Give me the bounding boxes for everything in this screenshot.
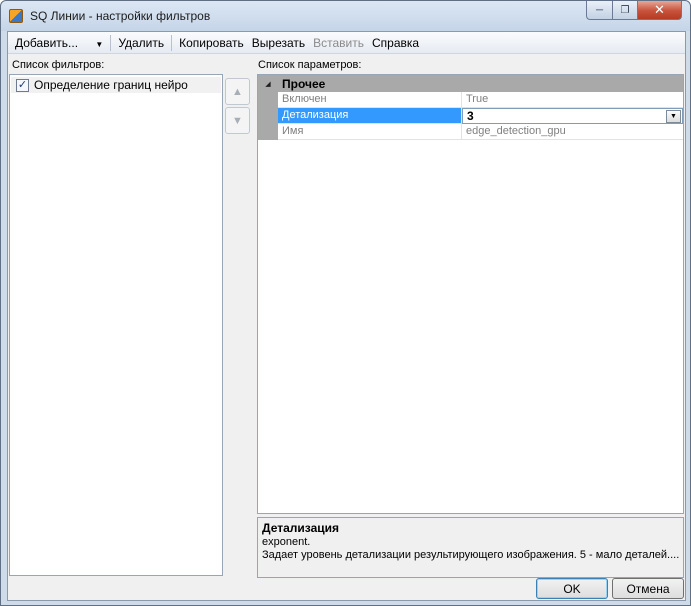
property-value: 3 [467,109,474,123]
ok-button[interactable]: OK [536,578,608,599]
property-name: Включен [278,92,462,108]
property-row-detail[interactable]: Детализация 3 ▼ [258,108,683,124]
property-name: Детализация [278,108,462,124]
checkmark-icon: ✓ [17,78,28,91]
filter-list-item[interactable]: ✓ Определение границ нейро [11,77,221,93]
close-icon: ✕ [654,2,665,17]
category-row[interactable]: ◢ Прочее [258,75,683,92]
description-line: Задает уровень детализации результирующе… [262,549,679,561]
menu-cut[interactable]: Вырезать [248,33,309,53]
caption-buttons: ─ ❐ ✕ [586,1,682,20]
move-down-button[interactable]: ▼ [225,107,250,134]
client-area: Добавить... ▼ Удалить Копировать Вырезат… [7,31,686,601]
collapse-icon[interactable]: ◢ [258,80,278,88]
property-value[interactable]: edge_detection_gpu [462,124,683,140]
property-name: Имя [278,124,462,140]
property-row-enabled[interactable]: Включен True [258,92,683,108]
arrow-up-icon: ▲ [232,85,243,98]
property-value[interactable]: True [462,92,683,108]
close-button[interactable]: ✕ [638,1,682,20]
minimize-button[interactable]: ─ [586,1,612,20]
app-icon [9,9,23,23]
window-title: SQ Линии - настройки фильтров [30,9,211,23]
menu-separator [171,34,173,51]
category-title: Прочее [282,76,326,91]
menu-delete[interactable]: Удалить [114,33,168,53]
row-gutter [258,124,278,140]
menu-help[interactable]: Справка [368,33,423,53]
filter-list[interactable]: ✓ Определение границ нейро [9,74,223,576]
cancel-button[interactable]: Отмена [612,578,684,599]
filters-list-label: Список фильтров: [12,59,105,71]
minimize-icon: ─ [595,4,604,16]
arrow-down-icon: ▼ [232,114,243,127]
params-list-label: Список параметров: [258,59,362,71]
row-gutter [258,108,278,124]
title-bar[interactable]: SQ Линии - настройки фильтров ─ ❐ ✕ [1,1,690,31]
chevron-down-icon: ▼ [670,113,677,120]
description-title: Детализация [262,521,339,535]
menu-paste: Вставить [313,35,365,50]
menu-add-label: Добавить... [15,35,79,50]
description-line: exponent. [262,536,311,548]
property-value-editor[interactable]: 3 ▼ [462,108,683,124]
property-grid[interactable]: ◢ Прочее Включен True Детализация 3 ▼ Им… [257,74,684,514]
maximize-button[interactable]: ❐ [612,1,638,20]
property-row-name[interactable]: Имя edge_detection_gpu [258,124,683,140]
dialog-window: SQ Линии - настройки фильтров ─ ❐ ✕ Доба… [0,0,691,606]
move-up-button[interactable]: ▲ [225,78,250,105]
dropdown-arrow-icon: ▼ [95,39,104,49]
menu-bar: Добавить... ▼ Удалить Копировать Вырезат… [8,32,685,54]
restore-icon: ❐ [620,4,630,16]
filter-item-label: Определение границ нейро [34,78,188,92]
row-gutter [258,92,278,108]
menu-copy[interactable]: Копировать [175,33,248,53]
filter-enabled-checkbox[interactable]: ✓ [16,78,29,92]
value-dropdown-button[interactable]: ▼ [666,110,681,123]
description-panel: Детализация exponent. Задает уровень дет… [257,517,684,578]
menu-separator [110,34,112,51]
menu-add[interactable]: Добавить... ▼ [11,33,107,53]
